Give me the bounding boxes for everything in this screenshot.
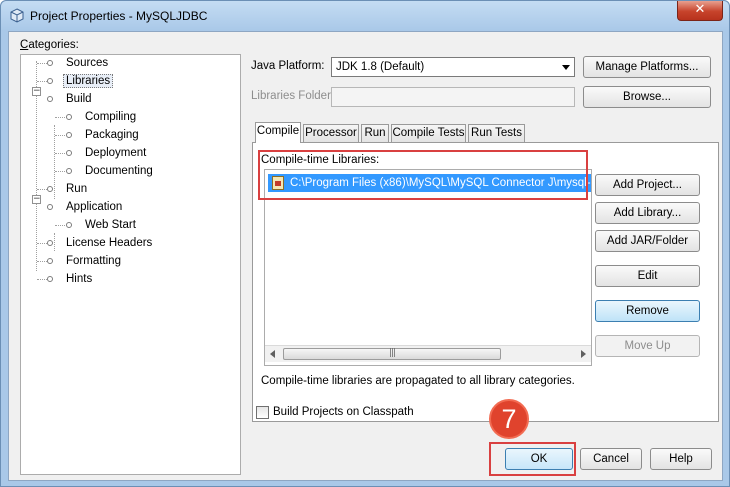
window-title: Project Properties - MySQLJDBC [30, 9, 208, 23]
libraries-folder-label: Libraries Folder: [251, 90, 335, 102]
tree-item-compiling[interactable]: Compiling [85, 109, 136, 125]
close-button[interactable]: ✕ [677, 1, 723, 21]
tree-node-icon [47, 204, 53, 210]
tree-item-formatting[interactable]: Formatting [66, 253, 121, 269]
tree-node-icon [66, 132, 72, 138]
categories-tree[interactable]: Sources Libraries − Build Compiling Pack… [20, 54, 241, 475]
tree-node-icon [66, 150, 72, 156]
tree-node-icon [47, 276, 53, 282]
tree-item-documenting[interactable]: Documenting [85, 163, 153, 179]
app-icon [10, 8, 24, 23]
move-up-button[interactable]: Move Up [595, 335, 700, 357]
tree-node-icon [66, 222, 72, 228]
tree-item-packaging[interactable]: Packaging [85, 127, 139, 143]
tree-item-web-start[interactable]: Web Start [85, 217, 136, 233]
help-button[interactable]: Help [650, 448, 712, 470]
build-on-classpath-checkbox[interactable] [256, 406, 269, 419]
tab-compile-tests[interactable]: Compile Tests [391, 124, 466, 143]
tree-node-icon [47, 258, 53, 264]
libraries-folder-field[interactable] [331, 87, 575, 107]
scroll-right-icon[interactable] [581, 350, 586, 358]
cancel-button[interactable]: Cancel [580, 448, 642, 470]
tree-item-libraries[interactable]: Libraries [63, 73, 114, 89]
tree-item-application[interactable]: Application [66, 199, 122, 215]
tab-run-tests[interactable]: Run Tests [468, 124, 525, 143]
browse-button[interactable]: Browse... [583, 86, 711, 108]
tree-node-icon [47, 78, 53, 84]
tree-item-license-headers[interactable]: License Headers [66, 235, 152, 251]
scroll-left-icon[interactable] [270, 350, 275, 358]
tree-node-icon [47, 186, 53, 192]
highlight-ok-box [489, 442, 576, 476]
tree-node-icon [66, 114, 72, 120]
tree-node-icon [47, 60, 53, 66]
tab-compile[interactable]: Compile [255, 122, 301, 143]
add-library-button[interactable]: Add Library... [595, 202, 700, 224]
combo-arrow-icon [562, 65, 570, 70]
java-platform-label: Java Platform: [251, 60, 325, 72]
java-platform-select[interactable]: JDK 1.8 (Default) [331, 57, 575, 77]
manage-platforms-button[interactable]: Manage Platforms... [583, 56, 711, 78]
tree-node-icon [47, 96, 53, 102]
dialog-window: Project Properties - MySQLJDBC ✕ Categor… [0, 0, 730, 487]
scrollbar-thumb[interactable]: ||| [283, 348, 501, 360]
close-icon: ✕ [694, 2, 706, 17]
propagation-note: Compile-time libraries are propagated to… [261, 375, 575, 387]
tree-item-sources[interactable]: Sources [66, 55, 108, 71]
categories-label: Categories: [20, 39, 79, 51]
horizontal-scrollbar[interactable]: ||| [265, 345, 591, 362]
build-on-classpath-label[interactable]: Build Projects on Classpath [273, 406, 414, 418]
tree-item-build[interactable]: Build [66, 91, 92, 107]
tree-node-icon [47, 240, 53, 246]
step-number-badge: 7 [489, 399, 529, 439]
edit-button[interactable]: Edit [595, 265, 700, 287]
title-bar[interactable]: Project Properties - MySQLJDBC ✕ [1, 1, 729, 31]
dialog-body: Categories: Sources Libraries − Build Co… [8, 31, 723, 481]
highlight-library-box [258, 150, 588, 200]
add-jar-folder-button[interactable]: Add JAR/Folder [595, 230, 700, 252]
add-project-button[interactable]: Add Project... [595, 174, 700, 196]
remove-button[interactable]: Remove [595, 300, 700, 322]
tree-item-hints[interactable]: Hints [66, 271, 92, 287]
tree-node-icon [66, 168, 72, 174]
tab-processor[interactable]: Processor [303, 124, 359, 143]
tree-item-deployment[interactable]: Deployment [85, 145, 146, 161]
java-platform-value: JDK 1.8 (Default) [336, 61, 425, 73]
tree-item-run[interactable]: Run [66, 181, 87, 197]
collapse-icon[interactable]: − [32, 87, 41, 96]
collapse-icon[interactable]: − [32, 195, 41, 204]
tab-run[interactable]: Run [361, 124, 389, 143]
